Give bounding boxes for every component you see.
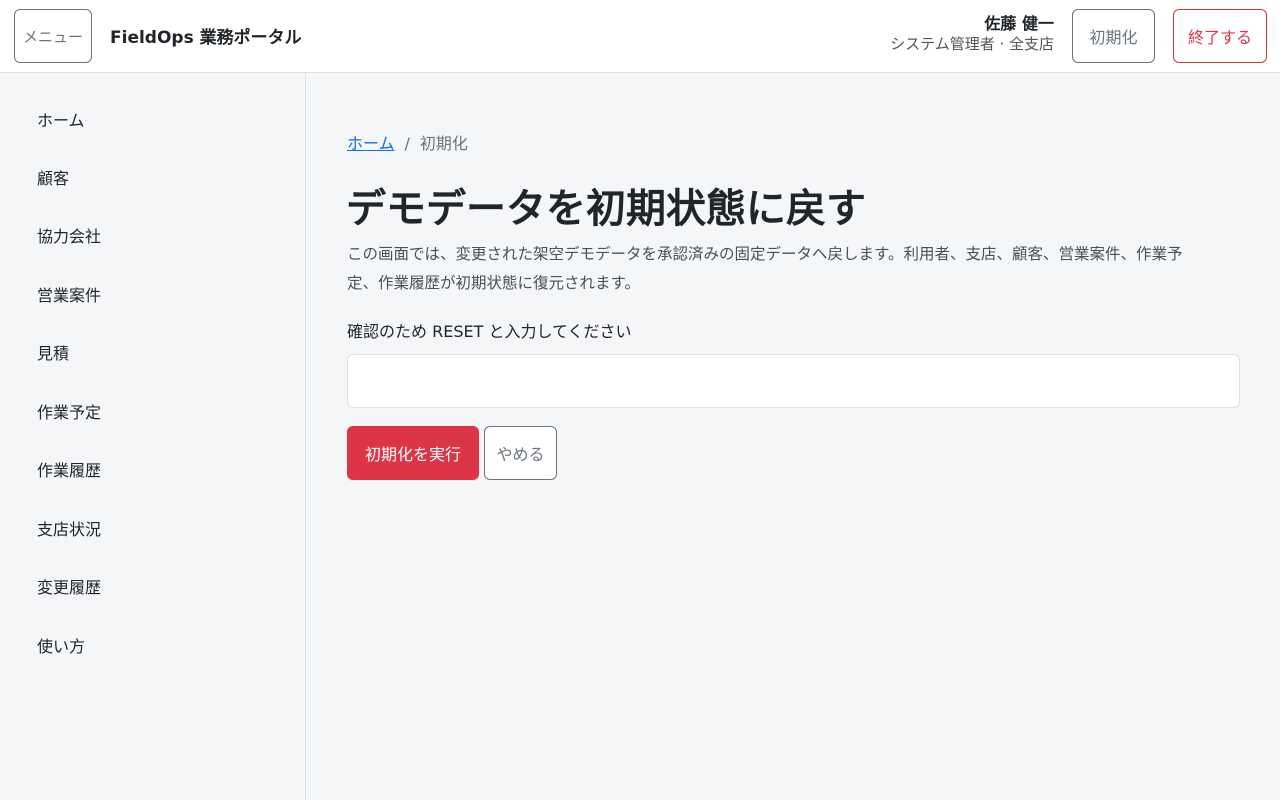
user-info: 佐藤 健一 システム管理者 · 全支店 bbox=[890, 14, 1054, 55]
top-header: メニュー FieldOps 業務ポータル 佐藤 健一 システム管理者 · 全支店… bbox=[0, 0, 1280, 73]
sidebar-item-schedule[interactable]: 作業予定 bbox=[37, 399, 101, 423]
confirm-input[interactable] bbox=[347, 354, 1240, 408]
page-title: デモデータを初期状態に戻す bbox=[346, 186, 866, 232]
sidebar-item-work-history[interactable]: 作業履歴 bbox=[37, 457, 101, 481]
breadcrumb-separator: / bbox=[404, 134, 410, 153]
sidebar-item-quotes[interactable]: 見積 bbox=[37, 340, 69, 364]
sidebar-item-change-log[interactable]: 変更履歴 bbox=[37, 574, 101, 598]
execute-reset-button[interactable]: 初期化を実行 bbox=[347, 426, 479, 480]
menu-button[interactable]: メニュー bbox=[14, 9, 92, 63]
breadcrumb: ホーム / 初期化 bbox=[347, 130, 468, 154]
breadcrumb-home-link[interactable]: ホーム bbox=[347, 134, 395, 153]
cancel-button[interactable]: やめる bbox=[484, 426, 557, 480]
sidebar-item-branch-status[interactable]: 支店状況 bbox=[37, 516, 101, 540]
sidebar-item-deals[interactable]: 営業案件 bbox=[37, 282, 101, 306]
main-content: ホーム / 初期化 デモデータを初期状態に戻す この画面では、変更された架空デモデー… bbox=[306, 73, 1280, 800]
sidebar-item-partners[interactable]: 協力会社 bbox=[37, 223, 101, 247]
user-name: 佐藤 健一 bbox=[984, 14, 1054, 33]
sidebar: ホーム 顧客 協力会社 営業案件 見積 作業予定 作業履歴 支店状況 変更履歴 … bbox=[0, 73, 306, 800]
confirm-field-label: 確認のため RESET と入力してください bbox=[347, 322, 632, 341]
brand-title: FieldOps 業務ポータル bbox=[110, 28, 302, 48]
page-description: この画面では、変更された架空デモデータを承認済みの固定データへ戻します。利用者、… bbox=[347, 245, 1183, 292]
sidebar-item-help[interactable]: 使い方 bbox=[37, 633, 85, 657]
user-role: システム管理者 · 全支店 bbox=[890, 35, 1054, 53]
reset-header-button[interactable]: 初期化 bbox=[1072, 9, 1155, 63]
sidebar-item-customers[interactable]: 顧客 bbox=[37, 165, 69, 189]
exit-button[interactable]: 終了する bbox=[1173, 9, 1267, 63]
sidebar-item-home[interactable]: ホーム bbox=[37, 107, 85, 131]
breadcrumb-current: 初期化 bbox=[419, 134, 468, 153]
